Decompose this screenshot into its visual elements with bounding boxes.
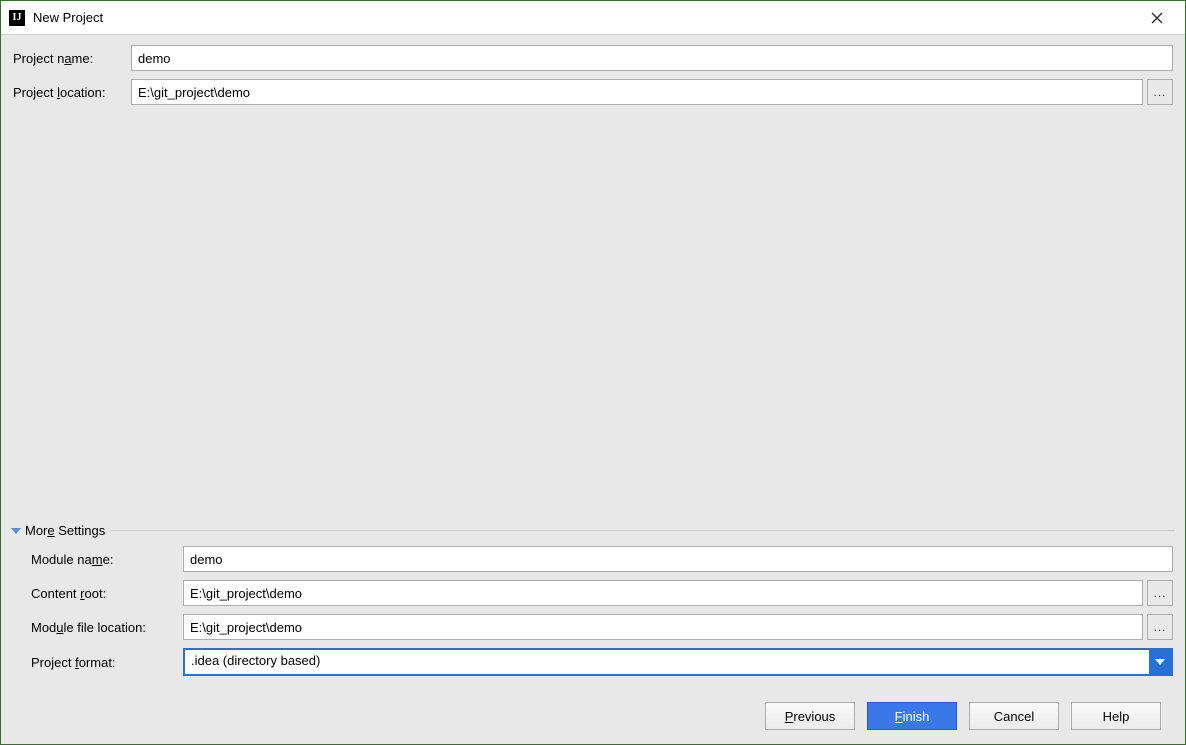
more-settings-panel: Module name: Content root: ... Module fi… bbox=[13, 546, 1173, 684]
button-bar: Previous Finish Cancel Help bbox=[13, 688, 1173, 744]
project-format-label: Project format: bbox=[31, 655, 183, 670]
content-root-row: Content root: ... bbox=[31, 580, 1173, 606]
chevron-down-icon bbox=[11, 528, 21, 534]
project-format-value: .idea (directory based) bbox=[185, 650, 1149, 674]
finish-button[interactable]: Finish bbox=[867, 702, 957, 730]
new-project-dialog: IJ New Project Project name: Project loc… bbox=[0, 0, 1186, 745]
project-location-label: Project location: bbox=[13, 85, 131, 100]
content-root-input[interactable] bbox=[183, 580, 1143, 606]
divider bbox=[111, 530, 1175, 531]
module-file-location-label: Module file location: bbox=[31, 620, 183, 635]
app-icon: IJ bbox=[9, 10, 25, 26]
cancel-button[interactable]: Cancel bbox=[969, 702, 1059, 730]
project-format-row: Project format: .idea (directory based) bbox=[31, 648, 1173, 676]
close-button[interactable] bbox=[1137, 4, 1177, 32]
top-fields: Project name: Project location: ... bbox=[13, 45, 1173, 113]
content-root-label: Content root: bbox=[31, 586, 183, 601]
module-file-location-row: Module file location: ... bbox=[31, 614, 1173, 640]
previous-button[interactable]: Previous bbox=[765, 702, 855, 730]
module-file-location-browse-button[interactable]: ... bbox=[1147, 614, 1173, 640]
titlebar: IJ New Project bbox=[1, 1, 1185, 35]
spacer bbox=[13, 113, 1173, 523]
window-title: New Project bbox=[33, 10, 103, 25]
more-settings-label: More Settings bbox=[25, 523, 105, 538]
content-root-browse-button[interactable]: ... bbox=[1147, 580, 1173, 606]
project-name-row: Project name: bbox=[13, 45, 1173, 71]
module-name-label: Module name: bbox=[31, 552, 183, 567]
help-button[interactable]: Help bbox=[1071, 702, 1161, 730]
dialog-content: Project name: Project location: ... More… bbox=[1, 35, 1185, 744]
module-name-row: Module name: bbox=[31, 546, 1173, 572]
project-name-label: Project name: bbox=[13, 51, 131, 66]
project-location-input[interactable] bbox=[131, 79, 1143, 105]
module-file-location-input[interactable] bbox=[183, 614, 1143, 640]
project-location-browse-button[interactable]: ... bbox=[1147, 79, 1173, 105]
project-name-input[interactable] bbox=[131, 45, 1173, 71]
more-settings-toggle[interactable]: More Settings bbox=[11, 523, 1175, 538]
dropdown-arrow-icon bbox=[1149, 650, 1171, 674]
project-location-row: Project location: ... bbox=[13, 79, 1173, 105]
close-icon bbox=[1151, 12, 1163, 24]
project-format-select[interactable]: .idea (directory based) bbox=[183, 648, 1173, 676]
module-name-input[interactable] bbox=[183, 546, 1173, 572]
